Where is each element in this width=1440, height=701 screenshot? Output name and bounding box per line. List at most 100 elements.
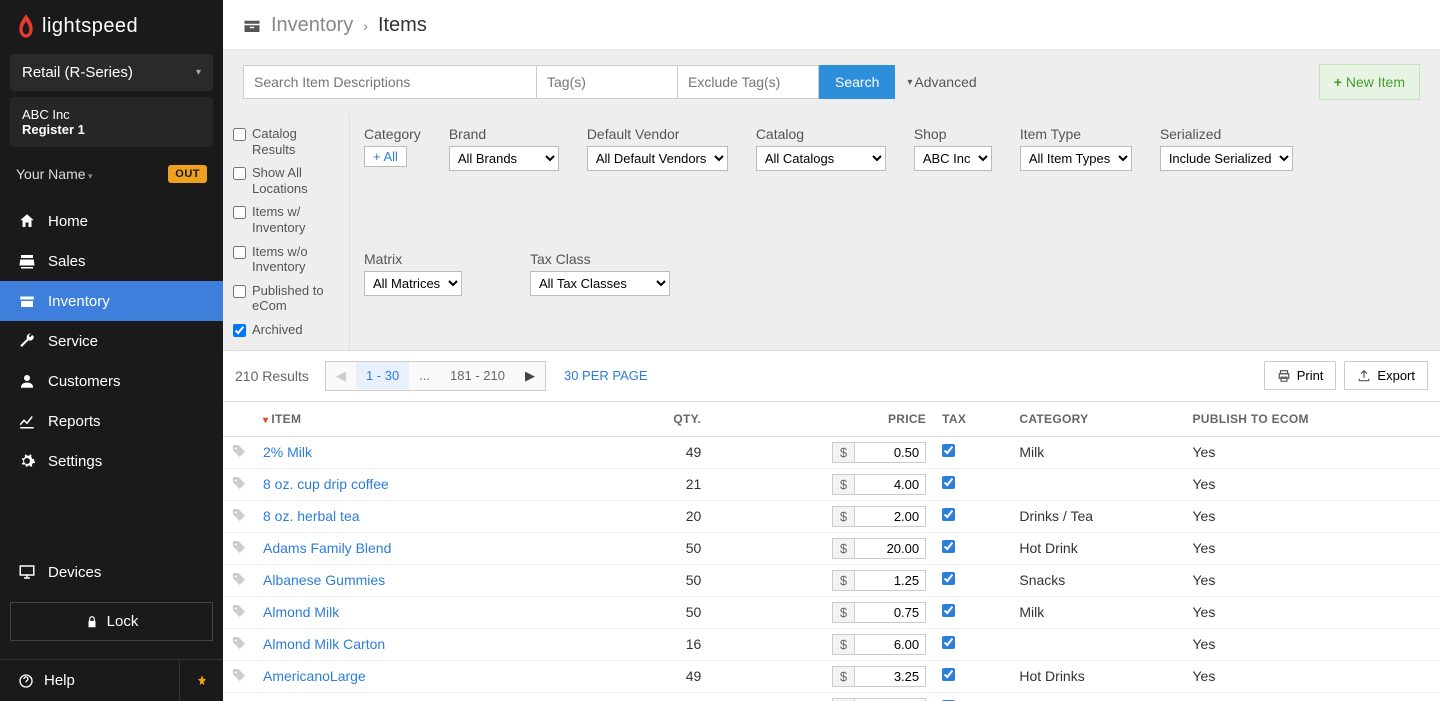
tax-checkbox[interactable] (942, 668, 955, 681)
pin-button[interactable] (179, 660, 223, 701)
price-input[interactable]: $ (832, 538, 926, 559)
item-link[interactable]: Albanese Gummies (263, 572, 385, 588)
search-button[interactable]: Search (819, 65, 895, 99)
tax-checkbox[interactable] (942, 476, 955, 489)
per-page[interactable]: 30 PER PAGE (564, 368, 648, 383)
advanced-toggle[interactable]: Advanced (907, 74, 976, 90)
publish-cell: Yes (1185, 596, 1440, 628)
price-input[interactable]: $ (832, 474, 926, 495)
col-tax[interactable]: TAX (934, 402, 1011, 437)
tax-class-select[interactable]: All Tax Classes (530, 271, 670, 296)
serialized-select[interactable]: Include Serialized (1160, 146, 1293, 171)
filter-tax-class: Tax Class All Tax Classes (516, 247, 684, 342)
price-input[interactable]: $ (832, 570, 926, 591)
item-link[interactable]: Almond Milk Carton (263, 636, 385, 652)
filter-items-with-inventory[interactable]: Items w/ Inventory (233, 200, 339, 239)
tag-icon[interactable] (223, 628, 255, 660)
new-item-button[interactable]: New Item (1319, 64, 1420, 100)
price-input[interactable]: $ (832, 506, 926, 527)
pager-prev[interactable]: ◀ (326, 362, 356, 390)
category-all-button[interactable]: All (364, 146, 407, 167)
shop-select[interactable]: ABC Inc (914, 146, 992, 171)
catalog-select[interactable]: All Catalogs (756, 146, 886, 171)
lock-button[interactable]: Lock (10, 602, 213, 641)
brand-select[interactable]: All Brands (449, 146, 559, 171)
results-bar: 210 Results ◀ 1 - 30 ... 181 - 210 ▶ 30 … (223, 351, 1440, 402)
vendor-select[interactable]: All Default Vendors (587, 146, 728, 171)
tag-icon[interactable] (223, 596, 255, 628)
col-publish[interactable]: PUBLISH TO ECOM (1185, 402, 1440, 437)
item-link[interactable]: 8 oz. herbal tea (263, 508, 360, 524)
price-input[interactable]: $ (832, 698, 926, 701)
item-link[interactable]: AmericanoLarge (263, 668, 366, 684)
pager-last[interactable]: 181 - 210 (440, 362, 515, 389)
tax-checkbox[interactable] (942, 572, 955, 585)
nav-settings[interactable]: Settings (0, 441, 223, 481)
nav-reports[interactable]: Reports (0, 401, 223, 441)
tag-icon[interactable] (223, 436, 255, 468)
col-qty[interactable]: QTY. (613, 402, 721, 437)
breadcrumb-parent[interactable]: Inventory (271, 14, 353, 37)
tax-checkbox[interactable] (942, 636, 955, 649)
tag-icon[interactable] (223, 532, 255, 564)
tag-icon[interactable] (223, 564, 255, 596)
tag-icon[interactable] (223, 692, 255, 701)
tag-icon[interactable] (223, 660, 255, 692)
filter-published-ecom[interactable]: Published to eCom (233, 279, 339, 318)
tax-checkbox[interactable] (942, 444, 955, 457)
pager-dots[interactable]: ... (409, 362, 440, 389)
items-table: ITEM QTY. PRICE TAX CATEGORY PUBLISH TO … (223, 402, 1440, 701)
nav-service[interactable]: Service (0, 321, 223, 361)
qty-cell: 21 (613, 468, 721, 500)
category-cell: Milk (1011, 436, 1184, 468)
tax-checkbox[interactable] (942, 604, 955, 617)
col-category[interactable]: CATEGORY (1011, 402, 1184, 437)
results-count: 210 Results (235, 368, 309, 384)
org-block[interactable]: ABC Inc Register 1 (10, 97, 213, 147)
item-link[interactable]: Almond Milk (263, 604, 339, 620)
help-button[interactable]: Help (0, 660, 179, 701)
item-link[interactable]: 8 oz. cup drip coffee (263, 476, 389, 492)
chart-icon (18, 412, 36, 430)
nav-inventory[interactable]: Inventory (0, 281, 223, 321)
user-menu[interactable]: Your Name (16, 166, 93, 182)
search-input[interactable] (243, 65, 537, 99)
item-type-select[interactable]: All Item Types (1020, 146, 1132, 171)
devices-section: Devices Lock (0, 544, 223, 659)
col-item[interactable]: ITEM (255, 402, 613, 437)
nav-customers[interactable]: Customers (0, 361, 223, 401)
breadcrumb-current: Items (378, 14, 427, 37)
price-input[interactable]: $ (832, 442, 926, 463)
matrix-select[interactable]: All Matrices (364, 271, 462, 296)
nav-sales[interactable]: Sales (0, 241, 223, 281)
tag-icon[interactable] (223, 468, 255, 500)
exclude-tags-input[interactable] (678, 65, 819, 99)
filter-archived[interactable]: Archived (233, 318, 339, 342)
col-price[interactable]: PRICE (721, 402, 934, 437)
price-input[interactable]: $ (832, 666, 926, 687)
item-link[interactable]: Adams Family Blend (263, 540, 391, 556)
tags-input[interactable] (537, 65, 678, 99)
price-input[interactable]: $ (832, 602, 926, 623)
filter-show-all-locations[interactable]: Show All Locations (233, 161, 339, 200)
out-badge[interactable]: OUT (168, 165, 207, 183)
print-button[interactable]: Print (1264, 361, 1337, 390)
item-link[interactable]: 2% Milk (263, 444, 312, 460)
category-cell (1011, 468, 1184, 500)
export-button[interactable]: Export (1344, 361, 1428, 390)
tax-checkbox[interactable] (942, 508, 955, 521)
filter-items-without-inventory[interactable]: Items w/o Inventory (233, 240, 339, 279)
nav-label: Customers (48, 373, 121, 390)
table-wrap[interactable]: ITEM QTY. PRICE TAX CATEGORY PUBLISH TO … (223, 402, 1440, 701)
series-selector[interactable]: Retail (R-Series) ▾ (10, 54, 213, 91)
price-input[interactable]: $ (832, 634, 926, 655)
nav-home[interactable]: Home (0, 201, 223, 241)
table-row: Almond Milk50$MilkYes (223, 596, 1440, 628)
pager-current[interactable]: 1 - 30 (356, 362, 409, 389)
filter-catalog-results[interactable]: Catalog Results (233, 122, 339, 161)
filter-item-type: Item Type All Item Types (1006, 122, 1146, 217)
nav-devices[interactable]: Devices (0, 552, 223, 592)
pager-next[interactable]: ▶ (515, 362, 545, 390)
tax-checkbox[interactable] (942, 540, 955, 553)
tag-icon[interactable] (223, 500, 255, 532)
